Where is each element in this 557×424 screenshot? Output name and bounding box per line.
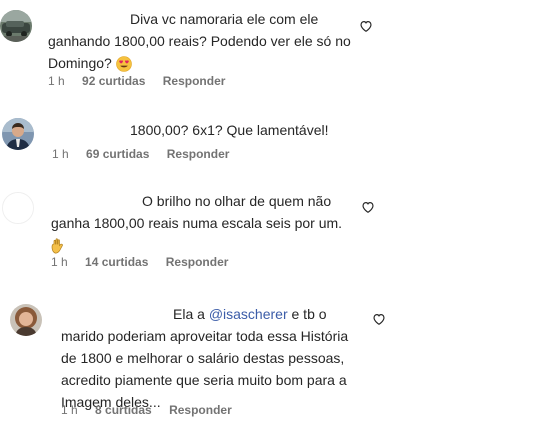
comment-line: e tb o [287,306,327,322]
man-photo-icon [2,118,34,150]
comment-line: acredito piamente que seria muito bom pa… [61,372,347,388]
comment-line: Diva vc namoraria ele com ele [130,11,319,27]
comment-meta: 1 h 8 curtidas Responder [61,402,232,418]
comment-text: 1800,00? 6x1? Que lamentável! [48,119,328,141]
avatar-blank[interactable] [2,192,34,224]
comment-4: Ela a @isascherer e tb o marido poderiam… [0,300,557,424]
comment-meta: 1 h 14 curtidas Responder [51,254,228,270]
comment-time[interactable]: 1 h [48,73,65,89]
comment-text: Diva vc namoraria ele com ele ganhando 1… [48,8,351,74]
comment-line: Domingo? [48,55,112,71]
like-heart-icon[interactable] [372,312,386,326]
avatar-man[interactable] [2,118,34,150]
comment-text: O brilho no olhar de quem não ganha 1800… [51,190,342,256]
like-heart-icon[interactable] [361,200,375,214]
comment-line-emoji [51,234,342,256]
comment-3: O brilho no olhar de quem não ganha 1800… [0,190,557,275]
reply-button[interactable]: Responder [167,146,230,162]
comment-line: Ela a [173,306,209,322]
comment-meta: 1 h 92 curtidas Responder [48,73,225,89]
comment-line: 1800,00? 6x1? Que lamentável! [130,122,329,138]
reply-button[interactable]: Responder [169,402,232,418]
avatar-woman[interactable] [10,304,42,336]
comment-line: O brilho no olhar de quem não [142,193,332,209]
comment-time[interactable]: 1 h [52,146,69,162]
comment-likes[interactable]: 92 curtidas [82,73,145,89]
like-heart-icon[interactable] [359,19,373,33]
car-photo-icon [0,10,32,42]
heart-eyes-emoji-icon [115,56,132,73]
reply-button[interactable]: Responder [166,254,229,270]
comment-line: ganhando 1800,00 reais? Podendo ver ele … [48,33,351,49]
comment-1: Diva vc namoraria ele com ele ganhando 1… [0,0,557,95]
mention-link[interactable]: @isascherer [209,306,288,322]
comment-time[interactable]: 1 h [61,402,78,418]
blank-avatar-icon [3,193,33,223]
comment-line-with-emoji: Domingo? [48,52,351,74]
comment-2: 1800,00? 6x1? Que lamentável! 1 h 69 cur… [0,110,557,170]
comment-line: marido poderiam aproveitar toda essa His… [61,328,349,344]
comment-line: ganha 1800,00 reais numa escala seis por… [51,215,343,231]
comment-time[interactable]: 1 h [51,254,68,270]
avatar-car[interactable] [0,10,32,42]
comment-likes[interactable]: 69 curtidas [86,146,149,162]
comment-text: Ela a @isascherer e tb o marido poderiam… [61,303,348,413]
comment-likes[interactable]: 8 curtidas [95,402,152,418]
comment-meta: 1 h 69 curtidas Responder [52,146,229,162]
comment-line-with-mention: Ela a @isascherer e tb o [61,303,348,325]
comment-likes[interactable]: 14 curtidas [85,254,148,270]
reply-button[interactable]: Responder [163,73,226,89]
woman-photo-icon [10,304,42,336]
ok-hand-emoji-icon [51,238,63,254]
comment-line: de 1800 e melhorar o salário destas pess… [61,350,345,366]
